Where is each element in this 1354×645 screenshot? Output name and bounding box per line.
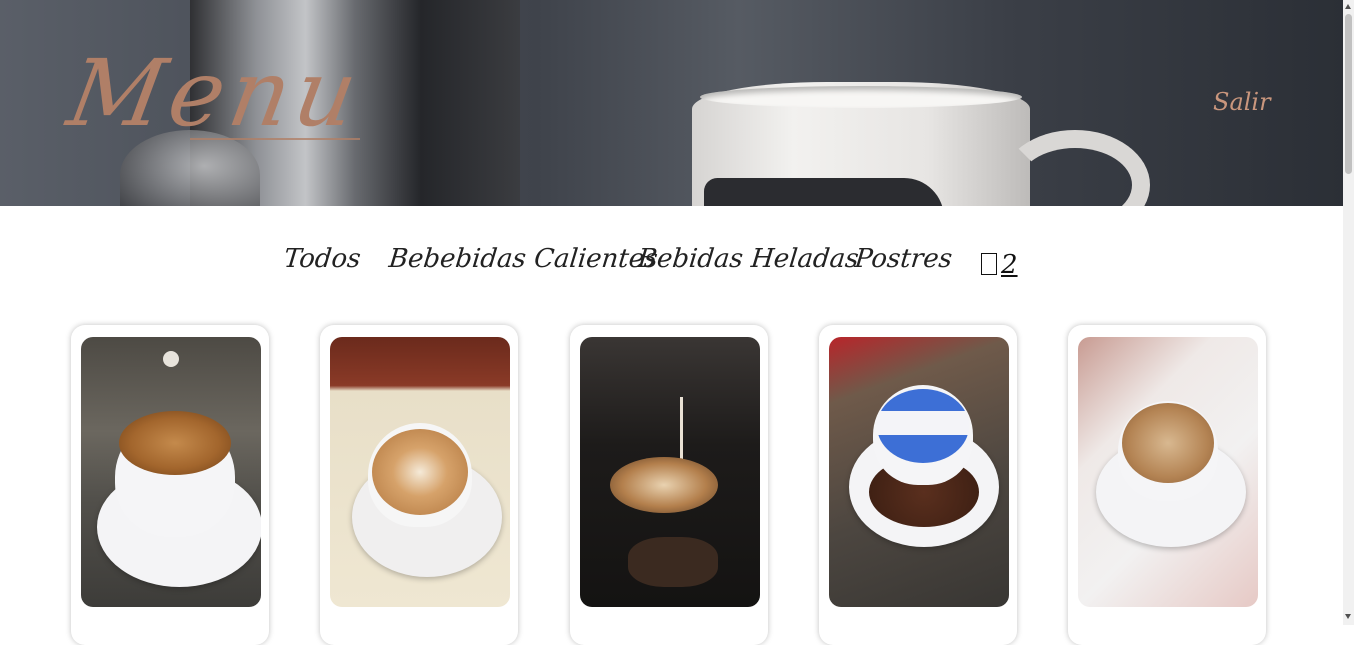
product-card[interactable] — [1068, 325, 1266, 645]
logout-link[interactable]: Salir — [1213, 88, 1271, 116]
page-title: Menu — [60, 40, 371, 147]
product-card[interactable] — [320, 325, 518, 645]
cappuccino-tree-art-photo — [81, 337, 261, 607]
product-card[interactable] — [819, 325, 1017, 645]
flag-latte-photo — [829, 337, 1009, 607]
cup-rim — [700, 86, 1022, 108]
hero-banner: Menu Salir — [0, 0, 1343, 206]
scroll-up-arrow-icon[interactable] — [1345, 4, 1351, 9]
latte-tulip-art-photo — [330, 337, 510, 607]
scroll-down-arrow-icon[interactable] — [1345, 614, 1351, 619]
nav-item-todos[interactable]: Todos — [282, 244, 362, 274]
nav-item-bebidas-calientes[interactable]: Bebebidas Calientes — [387, 244, 659, 274]
product-card[interactable] — [71, 325, 269, 645]
nav-item-bebidas-heladas[interactable]: Bebidas Heladas — [636, 244, 860, 274]
category-nav: Todos Bebebidas Calientes Bebidas Helada… — [0, 244, 1343, 288]
i-love-papa-latte-photo — [1078, 337, 1258, 607]
nav-item-postres[interactable]: Postres — [853, 244, 953, 274]
cup-band — [704, 178, 944, 206]
cart-count: 2 — [1001, 250, 1018, 280]
scrollbar-thumb[interactable] — [1345, 14, 1352, 174]
page-scrollbar[interactable] — [1343, 0, 1354, 625]
dark-latte-pour-photo — [580, 337, 760, 607]
cart-link[interactable]: 2 — [981, 250, 1018, 280]
title-underline — [190, 138, 360, 140]
product-card[interactable] — [570, 325, 768, 645]
cart-icon — [981, 253, 997, 275]
